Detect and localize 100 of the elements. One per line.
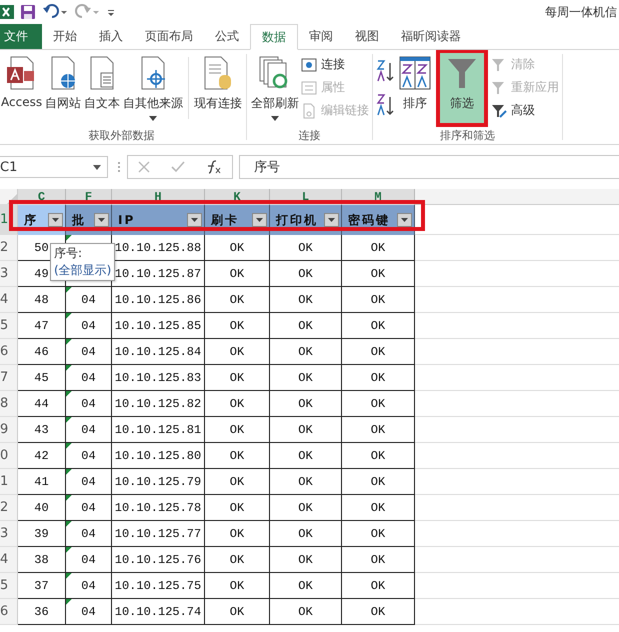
row-number[interactable]: 4 bbox=[0, 287, 18, 313]
ribbon-tab[interactable]: 页面布局 bbox=[134, 24, 204, 49]
table-cell: 10.10.125.80 bbox=[112, 443, 205, 469]
row-number[interactable]: 1 bbox=[0, 469, 18, 495]
row-number[interactable]: 3 bbox=[0, 261, 18, 287]
table-cell: OK bbox=[205, 417, 270, 443]
ribbon-button[interactable]: 连接 bbox=[301, 55, 370, 74]
table-cell: OK bbox=[342, 573, 415, 599]
table-cell: 04 bbox=[66, 287, 112, 313]
group-label: 排序和筛选 bbox=[439, 128, 496, 144]
filter-dropdown-icon[interactable] bbox=[397, 213, 412, 227]
row-number[interactable]: 8 bbox=[0, 391, 18, 417]
table-cell: OK bbox=[342, 599, 415, 625]
table-cell: 10.10.125.79 bbox=[112, 469, 205, 495]
table-cell: 10.10.125.77 bbox=[112, 521, 205, 547]
table-cell: 43 bbox=[18, 417, 66, 443]
table-cell: OK bbox=[270, 365, 342, 391]
filter-dropdown-icon[interactable] bbox=[252, 213, 267, 227]
ribbon-tab[interactable]: 数据 bbox=[250, 24, 298, 50]
row-number[interactable]: 9 bbox=[0, 417, 18, 443]
row-number[interactable]: 6 bbox=[0, 599, 18, 625]
table-cell: OK bbox=[205, 235, 270, 261]
ribbon-tab[interactable]: 文件 bbox=[0, 24, 42, 49]
row-number[interactable]: 5 bbox=[0, 573, 18, 599]
ribbon-tab[interactable]: 开始 bbox=[42, 24, 88, 49]
table-cell: OK bbox=[342, 443, 415, 469]
row-number[interactable]: 0 bbox=[0, 443, 18, 469]
table-cell: OK bbox=[270, 313, 342, 339]
table-cell: 39 bbox=[18, 521, 66, 547]
filter-dropdown-icon[interactable] bbox=[324, 213, 339, 227]
caret-icon bbox=[149, 116, 158, 121]
table-cell: OK bbox=[342, 417, 415, 443]
table-cell: 10.10.125.86 bbox=[112, 287, 205, 313]
sort-descending-icon[interactable] bbox=[376, 93, 396, 117]
table-cell: OK bbox=[205, 391, 270, 417]
filter-dropdown-icon[interactable] bbox=[94, 213, 109, 227]
more-icon bbox=[117, 161, 121, 173]
filter-dropdown-icon[interactable] bbox=[187, 213, 202, 227]
undo-icon[interactable] bbox=[42, 4, 68, 20]
table-cell: OK bbox=[342, 521, 415, 547]
table-cell: OK bbox=[270, 495, 342, 521]
row-number[interactable]: 6 bbox=[0, 339, 18, 365]
formula-field[interactable]: 序号 bbox=[239, 155, 619, 179]
table-cell: OK bbox=[342, 313, 415, 339]
ribbon-button[interactable]: 自网站 bbox=[44, 53, 82, 125]
table-cell: OK bbox=[342, 469, 415, 495]
table-cell: 46 bbox=[18, 339, 66, 365]
table-cell: 04 bbox=[66, 521, 112, 547]
table-cell: 04 bbox=[66, 417, 112, 443]
row-number[interactable]: 2 bbox=[0, 235, 18, 261]
row-number[interactable]: 7 bbox=[0, 365, 18, 391]
table-cell: 36 bbox=[18, 599, 66, 625]
table-cell: 45 bbox=[18, 365, 66, 391]
row-number[interactable]: 5 bbox=[0, 313, 18, 339]
table-cell: OK bbox=[270, 573, 342, 599]
table-cell: 04 bbox=[66, 391, 112, 417]
ribbon-tab[interactable]: 福昕阅读器 bbox=[390, 24, 472, 49]
table-cell: 10.10.125.85 bbox=[112, 313, 205, 339]
table-cell: OK bbox=[205, 521, 270, 547]
ribbon-button[interactable]: 现有连接 bbox=[193, 53, 244, 125]
table-cell: 04 bbox=[66, 573, 112, 599]
table-cell: OK bbox=[270, 469, 342, 495]
table-cell: OK bbox=[205, 261, 270, 287]
ribbon-button[interactable]: Access bbox=[0, 53, 44, 125]
table-cell: 04 bbox=[66, 365, 112, 391]
row-number[interactable]: 2 bbox=[0, 495, 18, 521]
filter-dropdown-icon[interactable] bbox=[48, 213, 63, 227]
ribbon-button[interactable]: 自其他来源 bbox=[122, 53, 184, 125]
table-cell: OK bbox=[270, 235, 342, 261]
table-cell: OK bbox=[270, 391, 342, 417]
check-icon[interactable] bbox=[170, 161, 185, 173]
ribbon-tab[interactable]: 视图 bbox=[344, 24, 390, 49]
table-cell: 44 bbox=[18, 391, 66, 417]
ribbon-tab[interactable]: 插入 bbox=[88, 24, 134, 49]
sort-ascending-icon[interactable] bbox=[376, 59, 396, 83]
table-cell: OK bbox=[270, 261, 342, 287]
ribbon-button[interactable]: 排序 bbox=[397, 53, 434, 125]
ribbon-tab[interactable]: 公式 bbox=[204, 24, 250, 49]
dropdown-icon[interactable] bbox=[93, 164, 101, 170]
name-box[interactable]: C1 bbox=[0, 156, 108, 178]
table-cell: OK bbox=[342, 261, 415, 287]
table-cell: OK bbox=[342, 547, 415, 573]
ribbon-button[interactable]: 筛选 bbox=[440, 53, 484, 123]
row-number[interactable]: 3 bbox=[0, 521, 18, 547]
save-icon[interactable] bbox=[20, 4, 36, 20]
table-cell: 04 bbox=[66, 547, 112, 573]
table-cell: 38 bbox=[18, 547, 66, 573]
ribbon-button[interactable]: 高级 bbox=[491, 101, 560, 120]
ribbon-tab[interactable]: 审阅 bbox=[298, 24, 344, 49]
table-cell: OK bbox=[205, 547, 270, 573]
table-cell: 10.10.125.81 bbox=[112, 417, 205, 443]
function-icon[interactable] bbox=[206, 160, 222, 174]
window-title: 每周一体机信 bbox=[545, 4, 618, 20]
connection-icon bbox=[301, 56, 318, 72]
table-cell: OK bbox=[205, 313, 270, 339]
table-cell: OK bbox=[270, 417, 342, 443]
row-number[interactable]: 4 bbox=[0, 547, 18, 573]
ribbon-button[interactable]: 全部刷新 bbox=[250, 53, 300, 125]
ribbon-button[interactable]: 自文本 bbox=[83, 53, 122, 125]
table-cell: 10.10.125.76 bbox=[112, 547, 205, 573]
